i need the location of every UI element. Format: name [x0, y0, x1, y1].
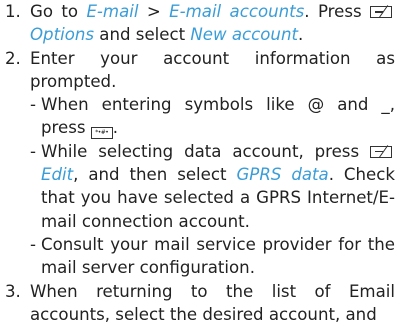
email-menu-link: E-mail	[86, 2, 139, 21]
sub-step-text: When entering symbols like @ and _, pres…	[41, 95, 395, 140]
step-text: Enter your account information as prompt…	[30, 48, 395, 91]
email-accounts-link: E-mail accounts	[169, 2, 305, 21]
instruction-list: 1. Go to E-mail > E-mail accounts. Press…	[0, 0, 395, 326]
sub-step-text: While selecting data account, press Edit…	[41, 141, 395, 231]
edit-link: Edit	[41, 165, 74, 185]
bullet-dash: -	[30, 234, 36, 254]
gprs-data-link: GPRS data	[236, 165, 329, 185]
symbol-key-icon: *•#•	[90, 127, 113, 140]
bullet-dash: -	[30, 95, 36, 115]
new-account-link: New account	[190, 25, 298, 45]
step-text: When returning to the list of Email acco…	[30, 281, 395, 324]
step-number: 1.	[5, 2, 21, 21]
step-3: 3. When returning to the list of Email a…	[0, 280, 395, 327]
sub-step-data-account: - While selecting data account, press Ed…	[0, 140, 395, 233]
options-link: Options	[30, 25, 95, 45]
step-number: 2.	[5, 48, 21, 68]
sub-step-symbols: - When entering symbols like @ and _, pr…	[0, 93, 395, 140]
step-1: 1. Go to E-mail > E-mail accounts. Press…	[0, 0, 395, 47]
step-number: 3.	[5, 281, 21, 301]
step-2: 2. Enter your account information as pro…	[0, 47, 395, 94]
sub-step-mail-server: - Consult your mail service provider for…	[0, 233, 395, 280]
step-text: Go to E-mail > E-mail accounts. Press Op…	[30, 0, 395, 47]
sub-step-text: Consult your mail service provider for t…	[41, 234, 395, 278]
left-softkey-icon	[370, 6, 392, 18]
left-softkey-icon	[370, 145, 392, 158]
bullet-dash: -	[30, 141, 36, 161]
